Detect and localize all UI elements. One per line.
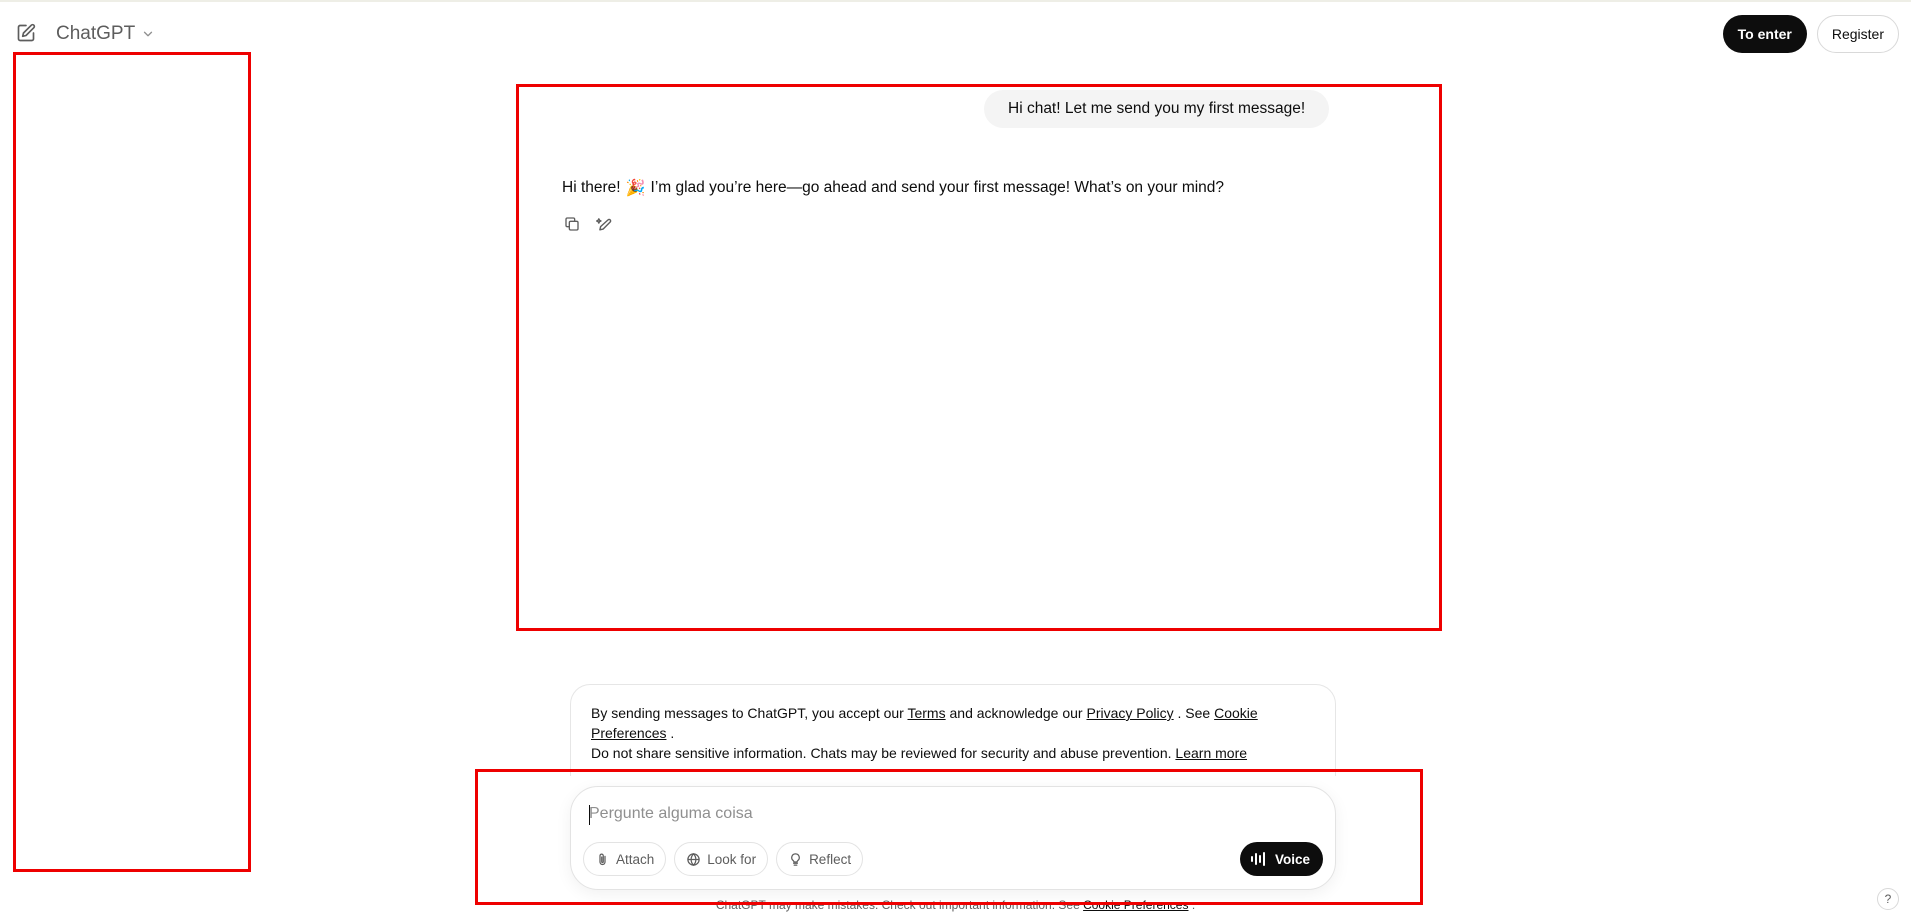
attach-label: Attach (616, 851, 655, 867)
top-border (0, 0, 1911, 2)
terms-line-2: Do not share sensitive information. Chat… (591, 743, 1315, 763)
edit-response-button[interactable] (594, 214, 614, 234)
register-button[interactable]: Register (1816, 15, 1899, 53)
auth-actions: To enter Register (1722, 15, 1899, 53)
model-name: ChatGPT (56, 23, 136, 44)
disclaimer-footer: ChatGPT may make mistakes. Check out imp… (0, 898, 1911, 912)
terms-text: and acknowledge our (949, 705, 1083, 721)
magic-pen-icon (595, 217, 611, 231)
search-label: Look for (707, 851, 757, 867)
assistant-message-actions (562, 214, 614, 234)
paperclip-icon (599, 853, 606, 865)
voice-waveform-icon (1250, 852, 1265, 866)
annotation-box-sidebar (13, 52, 251, 872)
copy-icon (565, 217, 579, 231)
privacy-warning-text: Do not share sensitive information. Chat… (591, 745, 1172, 761)
terms-link[interactable]: Terms (907, 705, 945, 721)
help-button[interactable]: ? (1877, 888, 1899, 910)
globe-icon (687, 852, 701, 866)
terms-notice: By sending messages to ChatGPT, you acce… (570, 684, 1336, 776)
party-emoji: 🎉 (625, 178, 646, 197)
prompt-input[interactable] (589, 799, 1289, 829)
search-button[interactable]: Look for (674, 842, 769, 876)
top-bar: ChatGPT To enter Register (0, 3, 1911, 59)
footer-cookie-preferences-link[interactable]: Cookie Preferences (1083, 898, 1188, 912)
voice-label: Voice (1274, 851, 1310, 867)
terms-text: . (670, 725, 675, 741)
composer-tools: Attach Look for Reflect (583, 842, 864, 876)
voice-button[interactable]: Voice (1239, 842, 1323, 876)
privacy-policy-link[interactable]: Privacy Policy (1087, 705, 1174, 721)
disclaimer-end: . (1191, 898, 1196, 912)
assistant-message-start: Hi there! (562, 179, 621, 196)
terms-text: By sending messages to ChatGPT, you acce… (591, 705, 904, 721)
login-button[interactable]: To enter (1722, 15, 1807, 53)
message-composer: Attach Look for Reflect Voice (570, 786, 1336, 890)
assistant-message: Hi there! 🎉 I’m glad you’re here—go ahea… (562, 176, 1224, 200)
user-message-bubble: Hi chat! Let me send you my first messag… (984, 90, 1330, 128)
new-chat-button[interactable] (14, 21, 38, 45)
terms-line-1: By sending messages to ChatGPT, you acce… (591, 703, 1315, 743)
attach-button[interactable]: Attach (583, 842, 667, 876)
edit-icon (17, 23, 36, 42)
annotation-box-conversation (516, 84, 1442, 631)
terms-text: . See (1177, 705, 1211, 721)
copy-button[interactable] (562, 214, 582, 234)
model-selector[interactable]: ChatGPT (56, 21, 155, 47)
chevron-down-icon (144, 31, 153, 37)
learn-more-link[interactable]: Learn more (1175, 745, 1247, 761)
user-message-text: Hi chat! Let me send you my first messag… (1008, 100, 1306, 117)
assistant-message-end: I’m glad you’re here—go ahead and send y… (650, 179, 1225, 196)
text-caret (589, 805, 590, 825)
lightbulb-icon (791, 852, 800, 866)
reflect-button[interactable]: Reflect (776, 842, 864, 876)
reflect-label: Reflect (809, 851, 852, 867)
disclaimer-text: ChatGPT may make mistakes. Check out imp… (715, 898, 1080, 912)
